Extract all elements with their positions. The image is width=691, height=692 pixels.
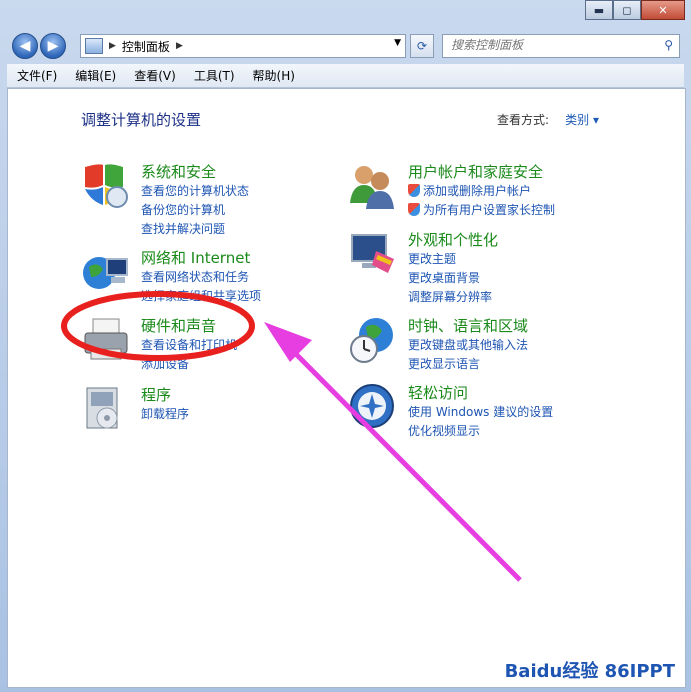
- chevron-right-icon[interactable]: ▶: [176, 41, 183, 51]
- link-parental-controls[interactable]: 为所有用户设置家长控制: [408, 201, 555, 218]
- menu-bar: 文件(F) 编辑(E) 查看(V) 工具(T) 帮助(H): [7, 64, 684, 88]
- control-panel-icon: [85, 38, 103, 54]
- category-title-programs[interactable]: 程序: [141, 384, 171, 405]
- address-bar[interactable]: ▶ 控制面板 ▶ ▼: [80, 34, 406, 58]
- navigation-bar: ◀ ▶ ▶ 控制面板 ▶ ▼ ⟳ ⚲: [0, 26, 691, 64]
- maximize-button[interactable]: ◻: [613, 0, 641, 20]
- link-add-remove-accounts[interactable]: 添加或删除用户帐户: [408, 182, 531, 199]
- link-devices-printers[interactable]: 查看设备和打印机: [141, 336, 237, 353]
- uac-shield-icon: [408, 203, 420, 216]
- page-title: 调整计算机的设置: [81, 111, 202, 129]
- link-uninstall-program[interactable]: 卸载程序: [141, 405, 189, 422]
- category-title-clock[interactable]: 时钟、语言和区域: [408, 315, 528, 336]
- link-change-theme[interactable]: 更改主题: [408, 250, 456, 267]
- link-troubleshoot[interactable]: 查找并解决问题: [141, 220, 225, 237]
- chevron-right-icon[interactable]: ▶: [109, 41, 116, 51]
- title-bar: ▬ ◻ ✕: [0, 0, 691, 26]
- category-title-network[interactable]: 网络和 Internet: [141, 247, 250, 268]
- search-input[interactable]: [443, 35, 651, 55]
- chevron-down-icon[interactable]: ▼: [394, 38, 401, 48]
- link-recommended-settings[interactable]: 使用 Windows 建议的设置: [408, 403, 553, 420]
- back-button[interactable]: ◀: [12, 33, 38, 59]
- category-title-users[interactable]: 用户帐户和家庭安全: [408, 161, 543, 182]
- link-optimize-display[interactable]: 优化视频显示: [408, 422, 480, 439]
- breadcrumb-control-panel[interactable]: 控制面板: [122, 38, 170, 55]
- view-by-dropdown[interactable]: 类别 ▾: [565, 111, 599, 128]
- refresh-button[interactable]: ⟳: [410, 34, 434, 58]
- users-icon: [350, 166, 394, 209]
- link-homegroup-sharing[interactable]: 选择家庭组和共享选项: [141, 287, 261, 304]
- link-add-device[interactable]: 添加设备: [141, 355, 189, 372]
- window-frame: ▬ ◻ ✕ ◀ ▶ ▶ 控制面板 ▶ ▼ ⟳ ⚲ 文件(F) 编辑(E) 查看(…: [0, 0, 691, 692]
- category-title-appearance[interactable]: 外观和个性化: [408, 229, 498, 250]
- forward-button[interactable]: ▶: [40, 33, 66, 59]
- minimize-button[interactable]: ▬: [585, 0, 613, 20]
- close-button[interactable]: ✕: [641, 0, 685, 20]
- category-title-system[interactable]: 系统和安全: [141, 161, 216, 182]
- menu-view[interactable]: 查看(V): [124, 67, 184, 84]
- security-shield-icon: [85, 164, 128, 208]
- window-controls: ▬ ◻ ✕: [585, 0, 685, 20]
- menu-help[interactable]: 帮助(H): [243, 67, 303, 84]
- programs-box-icon: [86, 387, 118, 429]
- view-by-label: 查看方式:: [496, 113, 549, 127]
- clock-globe-icon: [350, 318, 393, 363]
- link-change-keyboard[interactable]: 更改键盘或其他输入法: [408, 336, 528, 353]
- search-icon[interactable]: ⚲: [664, 38, 673, 52]
- link-backup-computer[interactable]: 备份您的计算机: [141, 201, 225, 218]
- uac-shield-icon: [408, 184, 420, 197]
- link-change-wallpaper[interactable]: 更改桌面背景: [408, 269, 480, 286]
- category-title-hardware[interactable]: 硬件和声音: [141, 315, 216, 336]
- menu-edit[interactable]: 编辑(E): [65, 67, 124, 84]
- link-screen-resolution[interactable]: 调整屏幕分辨率: [408, 288, 492, 305]
- link-view-computer-status[interactable]: 查看您的计算机状态: [141, 182, 249, 199]
- appearance-monitor-icon: [351, 234, 394, 273]
- category-title-ease[interactable]: 轻松访问: [408, 382, 468, 403]
- link-change-display-language[interactable]: 更改显示语言: [408, 355, 480, 372]
- search-box[interactable]: ⚲: [442, 34, 680, 58]
- menu-tools[interactable]: 工具(T): [184, 67, 243, 84]
- printer-icon: [84, 318, 128, 360]
- content-area: 调整计算机的设置 查看方式: 类别 ▾ 系统和安全 查看您的计算机状态 备份您的…: [7, 88, 686, 688]
- watermark: Baidu经验 86IPPT: [504, 661, 675, 682]
- ease-of-access-icon: [350, 384, 394, 428]
- network-globe-icon: [83, 257, 128, 289]
- link-network-status[interactable]: 查看网络状态和任务: [141, 268, 249, 285]
- menu-file[interactable]: 文件(F): [7, 67, 65, 84]
